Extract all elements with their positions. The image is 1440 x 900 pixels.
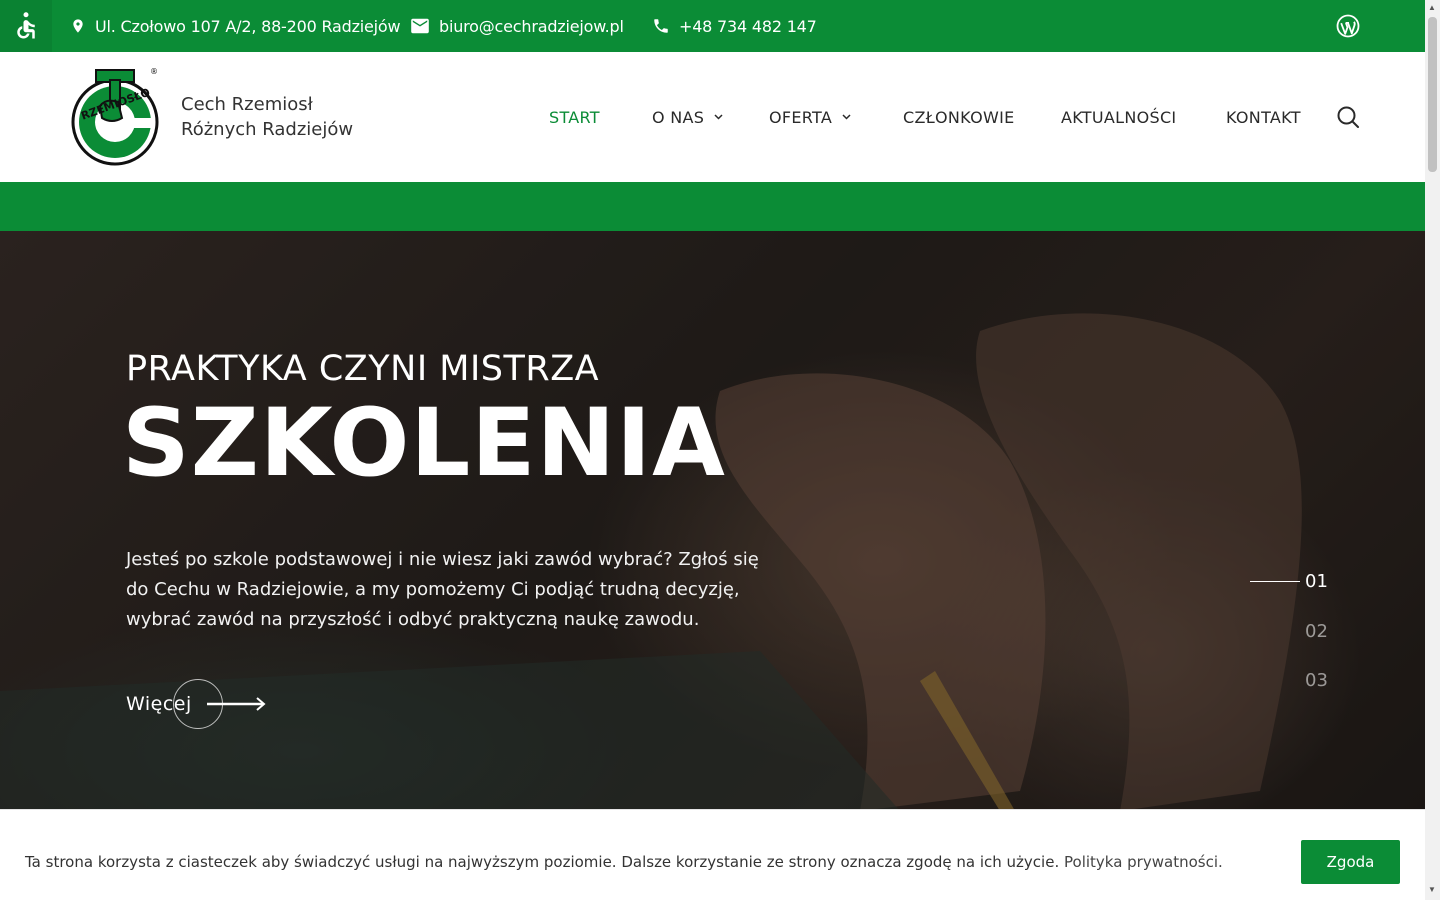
location-pin-icon xyxy=(73,19,83,33)
wordpress-icon[interactable] xyxy=(1336,14,1360,38)
slide-indicator-3[interactable]: 03 xyxy=(1305,670,1328,691)
nav-czlonkowie[interactable]: CZŁONKOWIE xyxy=(903,52,1015,182)
top-bar: Ul. Czołowo 107 A/2, 88-200 Radziejów bi… xyxy=(0,0,1425,52)
arrow-right-icon[interactable] xyxy=(207,697,267,711)
phone-text: +48 734 482 147 xyxy=(679,16,817,36)
hero-title: SZKOLENIA xyxy=(122,389,726,498)
scroll-down-arrow-icon[interactable]: ▼ xyxy=(1428,885,1436,894)
nav-kontakt[interactable]: KONTAKT xyxy=(1226,52,1301,182)
cookie-banner: Ta strona korzysta z ciasteczek aby świa… xyxy=(0,809,1425,900)
envelope-icon xyxy=(411,18,429,34)
cookie-accept-button[interactable]: Zgoda xyxy=(1301,840,1400,884)
hero-slider: PRAKTYKA CZYNI MISTRZA SZKOLENIA Jesteś … xyxy=(0,231,1425,811)
site-header: RZEMIOSŁO ® Cech Rzemiosł Różnych Radzie… xyxy=(0,52,1425,182)
accessibility-button[interactable] xyxy=(0,0,52,52)
phone-link[interactable]: +48 734 482 147 xyxy=(652,0,817,52)
hero-description: Jesteś po szkole podstawowej i nie wiesz… xyxy=(126,549,759,630)
cookie-message: Ta strona korzysta z ciasteczek aby świa… xyxy=(25,853,1223,871)
nav-start[interactable]: START xyxy=(549,52,600,182)
slide-indicator-2[interactable]: 02 xyxy=(1305,621,1328,642)
address-text: Ul. Czołowo 107 A/2, 88-200 Radziejów xyxy=(95,16,401,36)
brand-line-1: Cech Rzemiosł xyxy=(181,94,313,115)
svg-text:®: ® xyxy=(150,67,158,76)
brand-line-2: Różnych Radziejów xyxy=(181,119,354,140)
hero-overlay xyxy=(0,231,1425,811)
hero-subtitle: PRAKTYKA CZYNI MISTRZA xyxy=(126,349,600,389)
scroll-up-arrow-icon[interactable]: ▲ xyxy=(1428,3,1436,12)
phone-icon xyxy=(654,19,668,33)
active-slide-line xyxy=(1250,581,1300,582)
chevron-down-icon xyxy=(842,114,851,120)
scrollbar-thumb[interactable] xyxy=(1428,17,1437,172)
rzemioslo-logo-icon[interactable]: RZEMIOSŁO ® xyxy=(70,66,162,168)
green-band xyxy=(0,182,1425,231)
email-text: biuro@cechradziejow.pl xyxy=(439,16,624,36)
nav-aktualnosci[interactable]: AKTUALNOŚCI xyxy=(1061,52,1176,182)
wheelchair-icon xyxy=(17,12,35,39)
email-link[interactable]: biuro@cechradziejow.pl xyxy=(410,0,624,52)
brand-name[interactable]: Cech Rzemiosł Różnych Radziejów xyxy=(181,92,353,142)
address-item: Ul. Czołowo 107 A/2, 88-200 Radziejów xyxy=(70,0,401,52)
slide-indicator-1[interactable]: 01 xyxy=(1305,571,1328,592)
search-icon[interactable] xyxy=(1336,105,1360,129)
privacy-policy-link[interactable]: Polityka prywatności. xyxy=(1064,853,1223,871)
nav-o-nas[interactable]: O NAS xyxy=(652,52,723,182)
chevron-down-icon xyxy=(714,114,723,120)
nav-oferta[interactable]: OFERTA xyxy=(769,52,851,182)
